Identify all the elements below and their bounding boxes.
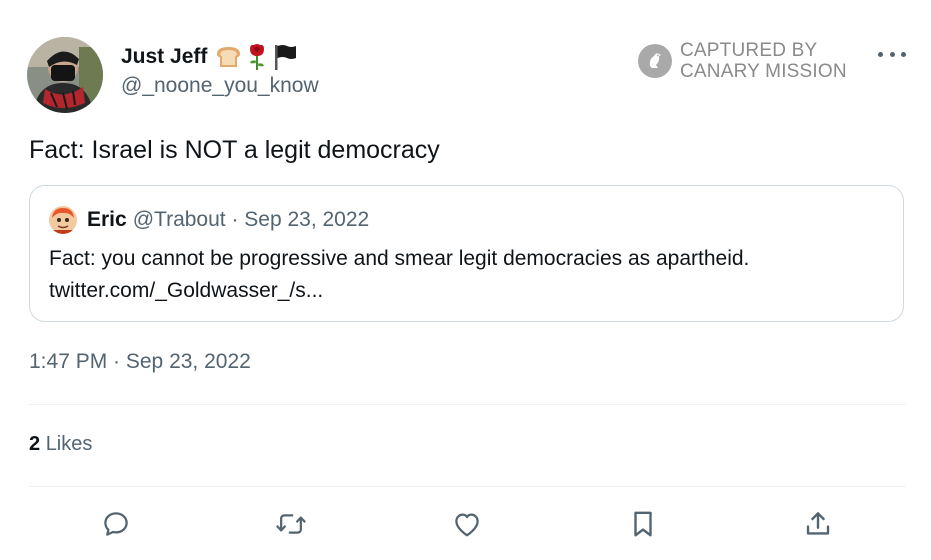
likes-label: Likes (45, 433, 93, 455)
quoted-text-line1: Fact: you cannot be progressive and smea… (49, 247, 750, 270)
quoted-tweet-header: Eric @Trabout · Sep 23, 2022 (49, 205, 369, 235)
likes-stat[interactable]: 2 Likes (29, 433, 92, 456)
like-icon[interactable] (451, 508, 483, 540)
tweet-text: Fact: Israel is NOT a legit democracy (29, 136, 440, 164)
watermark-text: CAPTURED BY CANARY MISSION (680, 40, 847, 82)
author-name-row: Just Jeff (121, 42, 298, 72)
capture-watermark: CAPTURED BY CANARY MISSION (638, 40, 847, 82)
author-avatar[interactable] (27, 37, 103, 113)
divider-top (29, 404, 906, 405)
tweet-timestamp[interactable]: 1:47 PM · Sep 23, 2022 (29, 350, 251, 374)
reply-icon[interactable] (100, 508, 132, 540)
bookmark-icon[interactable] (627, 508, 659, 540)
author-handle[interactable]: @_noone_you_know (121, 74, 319, 98)
quoted-tweet[interactable]: Eric @Trabout · Sep 23, 2022 Fact: you c… (29, 185, 904, 322)
retweet-icon[interactable] (275, 508, 307, 540)
rose-icon (247, 43, 267, 71)
author-name[interactable]: Just Jeff (121, 45, 207, 69)
share-icon[interactable] (802, 508, 834, 540)
canary-logo-icon (638, 44, 672, 78)
watermark-line1: CAPTURED BY (680, 40, 818, 61)
bread-icon (215, 45, 242, 69)
more-options-icon[interactable] (878, 44, 906, 64)
divider-bottom (29, 486, 906, 487)
watermark-line2: CANARY MISSION (680, 61, 847, 82)
likes-count: 2 (29, 433, 41, 455)
quoted-tweet-text: Fact: you cannot be progressive and smea… (49, 243, 749, 307)
author-emojis (215, 43, 298, 71)
quoted-author-meta: @Trabout · Sep 23, 2022 (132, 208, 370, 231)
quoted-text-link[interactable]: twitter.com/_Goldwasser_/s... (49, 275, 749, 307)
quoted-author-name: Eric (87, 208, 127, 231)
black-flag-icon (272, 43, 298, 71)
quoted-author-avatar (49, 206, 77, 234)
